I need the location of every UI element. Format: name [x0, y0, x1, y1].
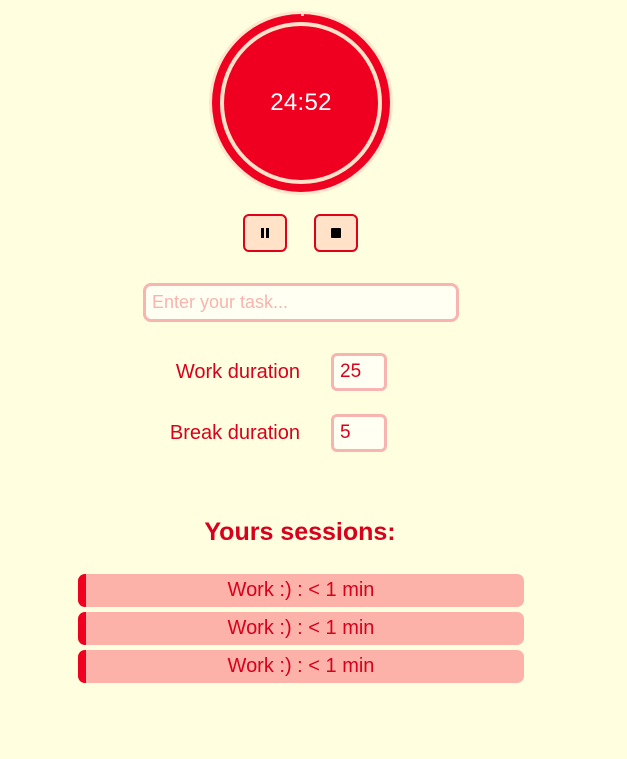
stop-icon [331, 228, 341, 238]
break-duration-input[interactable] [331, 414, 387, 452]
pause-button[interactable] [243, 214, 287, 252]
work-duration-input[interactable] [331, 353, 387, 391]
session-item: Work :) : < 1 min [78, 650, 524, 683]
session-item: Work :) : < 1 min [78, 574, 524, 607]
timer-display: 24:52 [270, 89, 332, 116]
timer-circle: 24:52 [208, 10, 394, 196]
stop-button[interactable] [314, 214, 358, 252]
session-item: Work :) : < 1 min [78, 612, 524, 645]
sessions-title: Yours sessions: [204, 518, 396, 546]
work-duration-label: Work duration [175, 361, 300, 383]
sessions-list: Work :) : < 1 min Work :) : < 1 min Work… [78, 574, 524, 688]
pomodoro-app: 24:52 Work duration Break duration Yours… [0, 0, 627, 759]
pause-icon [261, 228, 269, 238]
task-input[interactable] [143, 283, 459, 322]
break-duration-label: Break duration [169, 422, 300, 444]
